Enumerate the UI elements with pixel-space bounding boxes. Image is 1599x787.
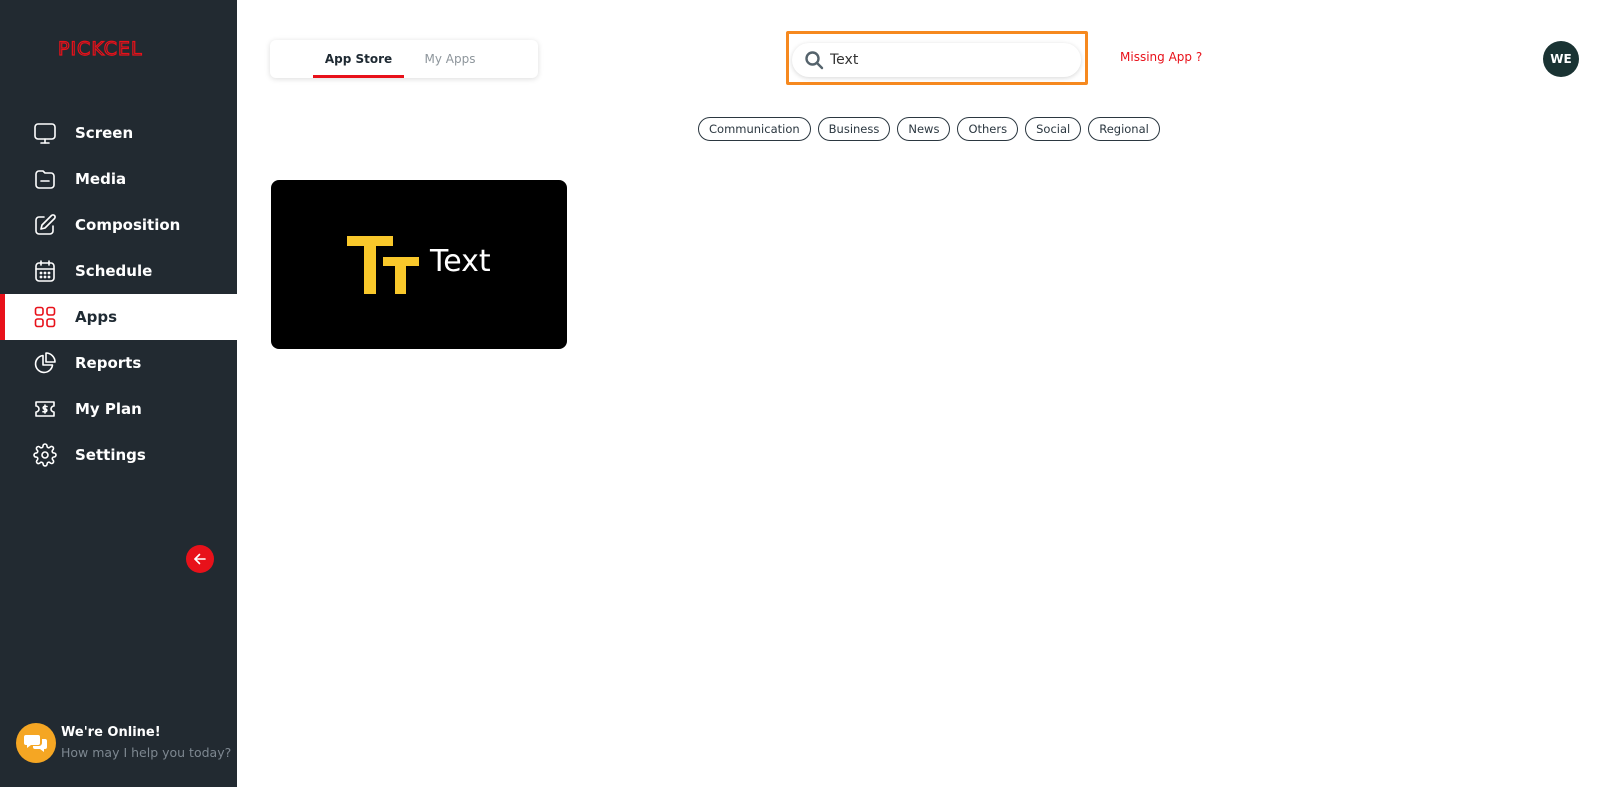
app-card-title: Text bbox=[430, 244, 491, 279]
tab-app-store[interactable]: App Store bbox=[313, 40, 404, 78]
pickcel-logo[interactable]: PICKCEL bbox=[58, 36, 180, 60]
category-chip-social[interactable]: Social bbox=[1025, 117, 1082, 141]
pie-chart-icon bbox=[34, 352, 56, 374]
text-tt-icon bbox=[347, 236, 419, 294]
missing-app-link[interactable]: Missing App ? bbox=[1120, 50, 1202, 64]
sidebar-item-apps[interactable]: Apps bbox=[0, 294, 237, 340]
sidebar-item-label: Settings bbox=[75, 446, 146, 464]
arrow-left-icon bbox=[194, 553, 206, 565]
chat-subtitle: How may I help you today? bbox=[61, 745, 232, 760]
monitor-icon bbox=[34, 123, 56, 144]
sidebar-item-label: Apps bbox=[75, 308, 118, 326]
search-input[interactable] bbox=[830, 43, 1070, 77]
sidebar-item-label: Screen bbox=[75, 124, 134, 142]
avatar[interactable]: WE bbox=[1543, 41, 1579, 77]
category-chip-regional[interactable]: Regional bbox=[1088, 117, 1160, 141]
sidebar: PICKCEL Screen Media Composition Schedul… bbox=[0, 0, 237, 787]
sidebar-nav: Screen Media Composition Schedule Apps R… bbox=[0, 110, 237, 478]
gear-icon bbox=[33, 443, 57, 467]
sidebar-item-media[interactable]: Media bbox=[0, 156, 237, 202]
app-root: PICKCEL Screen Media Composition Schedul… bbox=[0, 0, 1599, 787]
sidebar-item-label: Reports bbox=[75, 354, 142, 372]
sidebar-item-label: My Plan bbox=[75, 400, 142, 418]
dollar-ticket-icon bbox=[35, 401, 55, 417]
sidebar-item-reports[interactable]: Reports bbox=[0, 340, 237, 386]
sidebar-item-schedule[interactable]: Schedule bbox=[0, 248, 237, 294]
app-card-text[interactable]: Text bbox=[271, 180, 567, 349]
search-icon bbox=[805, 51, 824, 70]
category-chip-communication[interactable]: Communication bbox=[698, 117, 811, 141]
sidebar-item-label: Composition bbox=[75, 216, 181, 234]
sidebar-item-settings[interactable]: Settings bbox=[0, 432, 237, 478]
chat-bubbles-icon bbox=[16, 723, 56, 763]
edit-icon bbox=[35, 214, 56, 235]
sidebar-item-label: Schedule bbox=[75, 262, 153, 280]
calendar-icon bbox=[35, 260, 55, 282]
category-chip-business[interactable]: Business bbox=[817, 117, 891, 141]
category-filters: Communication Business News Others Socia… bbox=[698, 117, 1160, 141]
search-box[interactable] bbox=[792, 43, 1081, 77]
folder-icon bbox=[35, 170, 55, 189]
chat-title: We're Online! bbox=[61, 725, 161, 740]
sidebar-item-composition[interactable]: Composition bbox=[0, 202, 237, 248]
tab-my-apps[interactable]: My Apps bbox=[404, 40, 496, 78]
apps-grid-icon bbox=[34, 306, 56, 328]
sidebar-item-label: Media bbox=[75, 170, 127, 188]
category-chip-news[interactable]: News bbox=[897, 117, 951, 141]
sidebar-item-screen[interactable]: Screen bbox=[0, 110, 237, 156]
collapse-sidebar-button[interactable] bbox=[186, 545, 214, 573]
sidebar-item-my-plan[interactable]: My Plan bbox=[0, 386, 237, 432]
category-chip-others[interactable]: Others bbox=[957, 117, 1019, 141]
svg-text:PICKCEL: PICKCEL bbox=[58, 38, 143, 60]
chat-widget[interactable]: We're Online! How may I help you today? bbox=[16, 723, 231, 763]
store-tabs: App Store My Apps bbox=[270, 40, 538, 78]
